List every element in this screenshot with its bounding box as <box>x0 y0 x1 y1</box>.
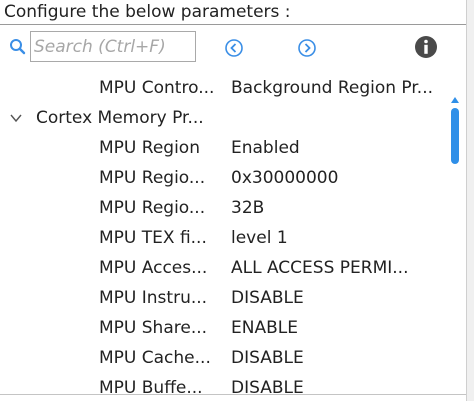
chevron-down-icon[interactable] <box>8 110 24 124</box>
param-value[interactable]: 0x30000000 <box>231 168 447 188</box>
param-value[interactable]: ENABLE <box>231 318 447 338</box>
param-value[interactable]: level 1 <box>231 228 447 248</box>
search-input[interactable] <box>34 33 194 60</box>
param-name: MPU Share... <box>99 318 208 338</box>
tree-row[interactable]: MPU TEX fi... level 1 <box>0 224 450 254</box>
tree-row[interactable]: MPU Acces... ALL ACCESS PERMI... <box>0 254 450 284</box>
tree-group-row[interactable]: Cortex Memory Pr... <box>0 104 450 134</box>
parameter-tree: MPU Contro... Background Region Pr... Co… <box>0 74 450 394</box>
tree-row[interactable]: MPU Region Enabled <box>0 134 450 164</box>
tree-row[interactable]: MPU Regio... 0x30000000 <box>0 164 450 194</box>
search-icon[interactable] <box>9 38 27 58</box>
search-field[interactable] <box>30 31 196 62</box>
param-value[interactable]: 32B <box>231 198 447 218</box>
toolbar <box>0 30 466 66</box>
param-value[interactable]: ALL ACCESS PERMI... <box>231 258 447 278</box>
instructions-header: Configure the below parameters : <box>0 0 466 25</box>
vertical-scrollbar[interactable] <box>449 90 461 390</box>
tree-row[interactable]: MPU Buffe... DISABLE <box>0 374 450 394</box>
tree-row[interactable]: MPU Share... ENABLE <box>0 314 450 344</box>
param-name: MPU Cache... <box>99 348 211 368</box>
circle-left-icon[interactable] <box>224 38 244 58</box>
param-name: MPU Contro... <box>99 78 215 98</box>
scrollbar-thumb[interactable] <box>451 108 459 164</box>
tree-row[interactable]: MPU Instru... DISABLE <box>0 284 450 314</box>
tree-row[interactable]: MPU Contro... Background Region Pr... <box>0 74 450 104</box>
param-name: MPU Regio... <box>99 198 206 218</box>
param-name: MPU TEX fi... <box>99 228 207 248</box>
param-name: MPU Regio... <box>99 168 206 188</box>
param-name: MPU Buffe... <box>99 378 203 394</box>
param-value[interactable]: Background Region Pr... <box>231 78 447 98</box>
param-value[interactable]: DISABLE <box>231 348 447 368</box>
param-value[interactable]: DISABLE <box>231 378 447 394</box>
scroll-up-arrow-icon[interactable] <box>449 90 461 103</box>
param-name: MPU Region <box>99 138 200 158</box>
param-value[interactable]: DISABLE <box>231 288 447 308</box>
tree-row[interactable]: MPU Cache... DISABLE <box>0 344 450 374</box>
tree-row[interactable]: MPU Regio... 32B <box>0 194 450 224</box>
param-value[interactable]: Enabled <box>231 138 447 158</box>
instructions-text: Configure the below parameters : <box>4 2 291 22</box>
group-label: Cortex Memory Pr... <box>36 108 204 128</box>
param-name: MPU Instru... <box>99 288 208 308</box>
param-name: MPU Acces... <box>99 258 208 278</box>
info-icon[interactable] <box>414 35 438 59</box>
panel-right-border <box>466 0 474 401</box>
circle-right-icon[interactable] <box>297 38 317 58</box>
